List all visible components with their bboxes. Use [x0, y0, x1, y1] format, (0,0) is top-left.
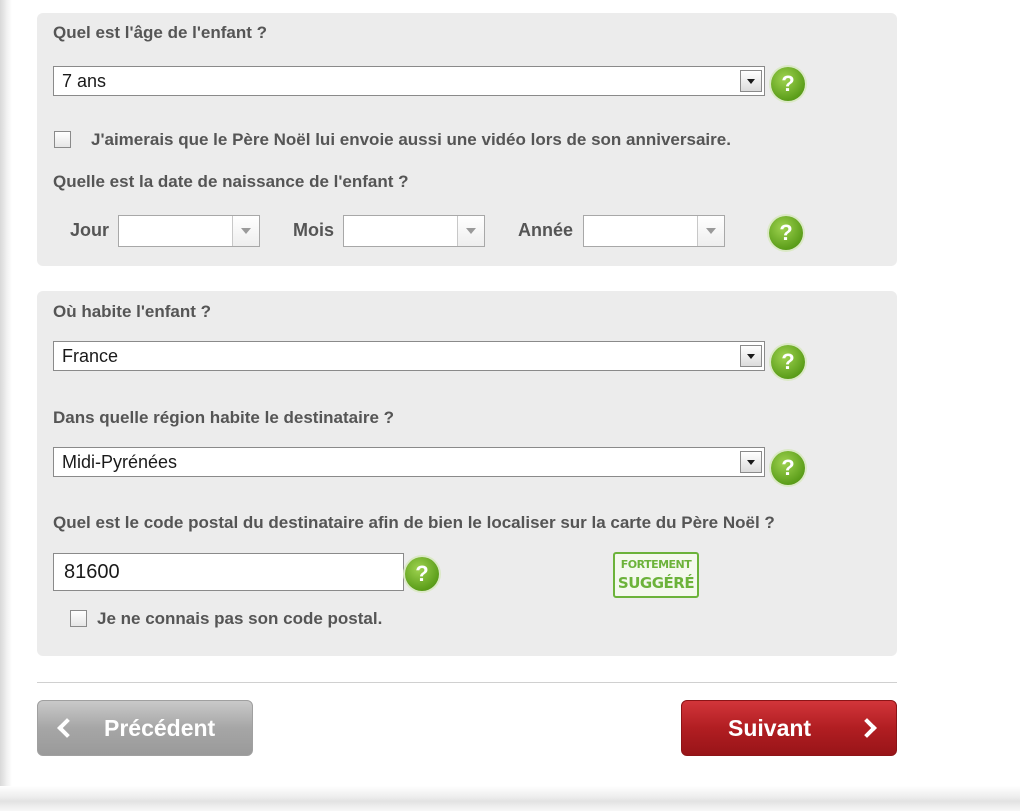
question-mark-glyph: ? — [779, 220, 793, 245]
next-button[interactable]: Suivant — [681, 700, 897, 756]
birthdate-question: Quelle est la date de naissance de l'enf… — [53, 172, 409, 191]
age-select-value: 7 ans — [62, 71, 107, 91]
badge-line2: SUGGÉRÉ — [617, 574, 695, 592]
chevron-right-icon — [857, 718, 877, 738]
year-label: Année — [518, 220, 574, 240]
country-question: Où habite l'enfant ? — [53, 302, 211, 321]
question-mark-glyph: ? — [781, 71, 795, 96]
page-left-border — [0, 0, 12, 811]
chevron-down-icon[interactable] — [740, 345, 762, 367]
country-help-icon[interactable]: ? — [771, 345, 805, 379]
age-card: Quel est l'âge de l'enfant ? 7 ans ? J'a… — [37, 13, 897, 266]
strongly-suggested-badge: FORTEMENT SUGGÉRÉ — [613, 552, 699, 598]
age-question: Quel est l'âge de l'enfant ? — [53, 23, 268, 42]
chevron-down-icon[interactable] — [740, 70, 762, 92]
chevron-down-icon[interactable] — [457, 216, 484, 246]
video-checkbox[interactable] — [54, 131, 71, 148]
day-select[interactable] — [118, 215, 260, 247]
month-select[interactable] — [343, 215, 485, 247]
postal-question: Quel est le code postal du destinataire … — [53, 513, 775, 532]
region-select[interactable]: Midi-Pyrénées — [53, 447, 765, 477]
video-checkbox-label: J'aimerais que le Père Noël lui envoie a… — [91, 130, 731, 149]
month-label: Mois — [293, 220, 335, 240]
page: Quel est l'âge de l'enfant ? 7 ans ? J'a… — [0, 0, 1020, 811]
question-mark-glyph: ? — [781, 455, 795, 480]
question-mark-glyph: ? — [781, 349, 795, 374]
unknown-postal-label: Je ne connais pas son code postal. — [97, 609, 383, 628]
divider — [37, 682, 897, 683]
postal-code-value: 81600 — [64, 561, 120, 583]
chevron-down-icon[interactable] — [232, 216, 259, 246]
location-card: Où habite l'enfant ? France ? Dans quell… — [37, 291, 897, 656]
chevron-left-icon — [57, 718, 77, 738]
unknown-postal-checkbox[interactable] — [70, 610, 87, 627]
birthdate-help-icon[interactable]: ? — [769, 216, 803, 250]
chevron-down-icon[interactable] — [697, 216, 724, 246]
region-help-icon[interactable]: ? — [771, 451, 805, 485]
country-select[interactable]: France — [53, 341, 765, 371]
postal-code-input[interactable]: 81600 — [53, 553, 404, 591]
day-label: Jour — [70, 220, 110, 240]
country-select-value: France — [62, 346, 119, 366]
age-select[interactable]: 7 ans — [53, 66, 765, 96]
previous-button[interactable]: Précédent — [37, 700, 253, 756]
page-bottom-border — [0, 786, 1020, 811]
chevron-down-icon[interactable] — [740, 451, 762, 473]
region-question: Dans quelle région habite le destinatair… — [53, 408, 395, 427]
badge-line1: FORTEMENT — [620, 558, 692, 571]
region-select-value: Midi-Pyrénées — [62, 452, 178, 472]
postal-help-icon[interactable]: ? — [405, 557, 439, 591]
next-button-label: Suivant — [728, 715, 812, 741]
year-select[interactable] — [583, 215, 725, 247]
age-help-icon[interactable]: ? — [771, 67, 805, 101]
previous-button-label: Précédent — [104, 715, 216, 741]
question-mark-glyph: ? — [415, 561, 429, 586]
